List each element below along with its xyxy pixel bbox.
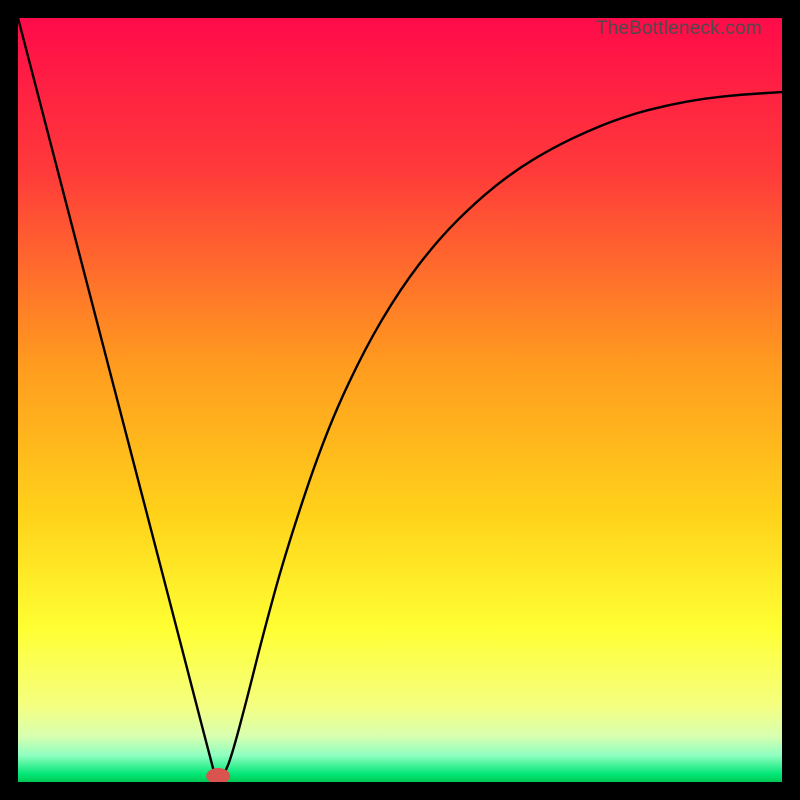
gradient-background: [18, 18, 782, 782]
chart-frame: TheBottleneck.com: [18, 18, 782, 782]
bottleneck-chart: [18, 18, 782, 782]
attribution-text: TheBottleneck.com: [596, 18, 762, 40]
